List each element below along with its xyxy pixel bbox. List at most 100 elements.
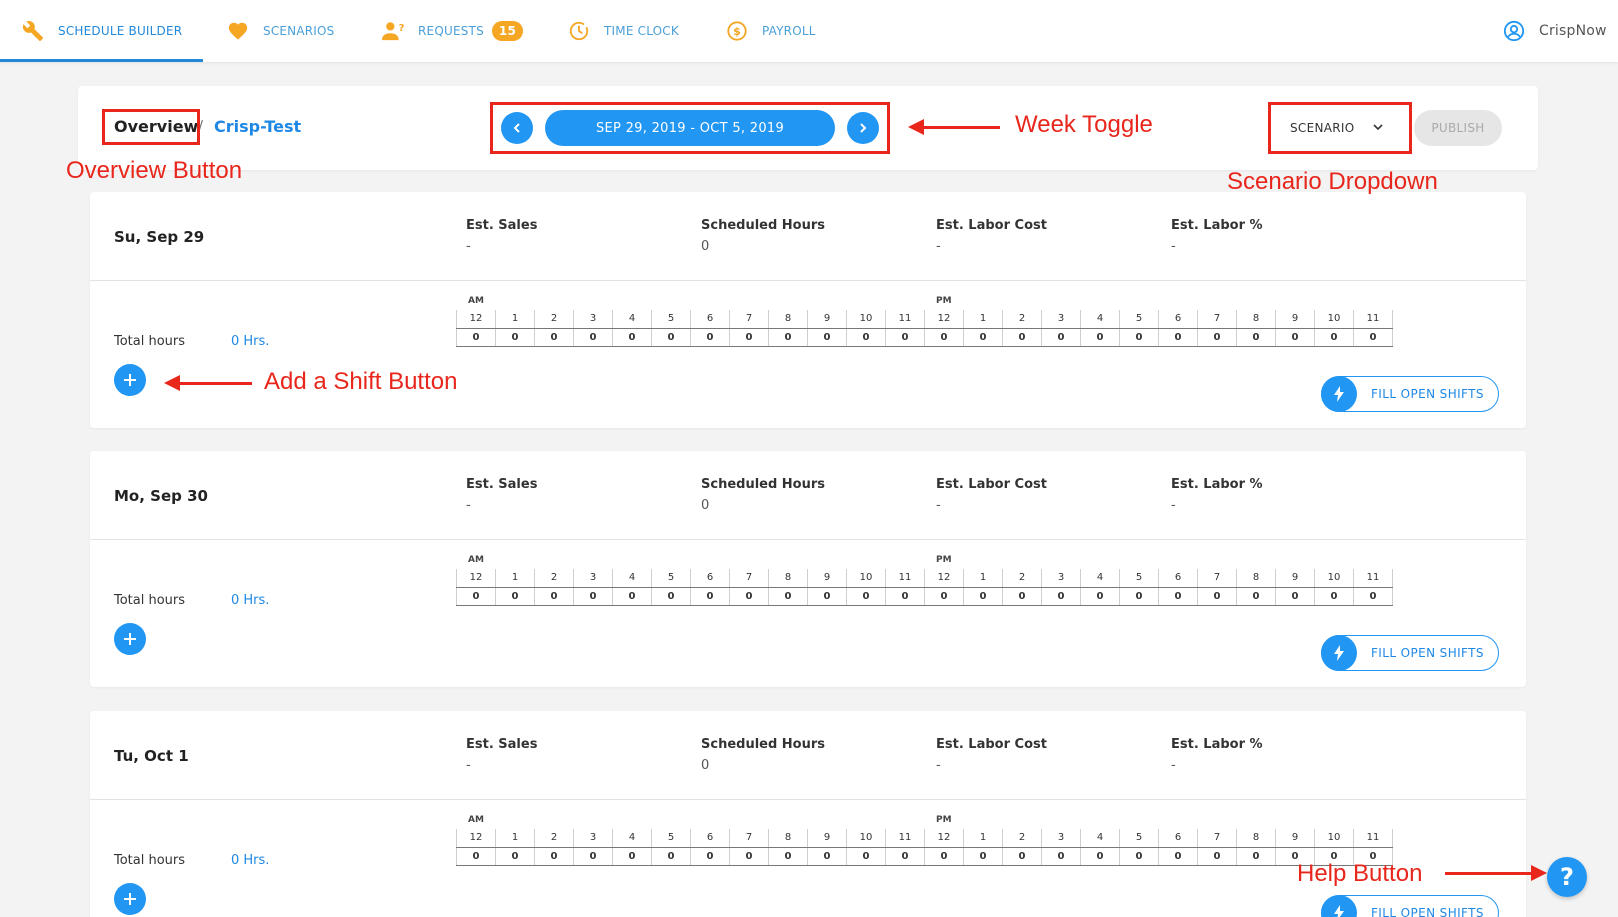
hourly-table: 12 1 2 3 4 5 6 7 8 9 10 11 12 1 2 3 4 5 6 7 8 9 10 11 0 0 0 0 0 0 0 0 0 0…	[456, 310, 1393, 347]
hour-value: 0	[885, 328, 925, 347]
hour-header: 1	[963, 829, 1003, 848]
fill-open-shifts-button[interactable]: FILL OPEN SHIFTS	[1321, 895, 1499, 917]
nav-scenarios[interactable]: SCENARIOS	[227, 0, 335, 62]
hour-header: 9	[807, 310, 847, 329]
hour-value: 0	[1119, 587, 1159, 606]
stat-label: Est. Labor %	[1171, 218, 1263, 233]
plus-icon	[124, 893, 136, 905]
hour-value: 0	[534, 587, 574, 606]
hour-header: 3	[1041, 829, 1081, 848]
hour-header: 2	[1002, 310, 1042, 329]
total-hours-value: 0 Hrs.	[231, 593, 270, 608]
nav-payroll[interactable]: $ PAYROLL	[726, 0, 816, 62]
hour-value: 0	[1236, 847, 1276, 866]
hourly-table: 12 1 2 3 4 5 6 7 8 9 10 11 12 1 2 3 4 5 6 7 8 9 10 11 0 0 0 0 0 0 0 0 0 0…	[456, 569, 1393, 606]
hour-value: 0	[1041, 587, 1081, 606]
annotation-arrow-week	[908, 119, 1000, 135]
stat-labor-cost: Est. Labor Cost -	[936, 737, 1047, 773]
hour-header: 7	[729, 310, 769, 329]
hour-header: 10	[846, 310, 886, 329]
hour-header: 1	[963, 569, 1003, 588]
stat-hours: Scheduled Hours 0	[701, 737, 825, 773]
hour-value: 0	[768, 328, 808, 347]
annotation-arrow-add-shift	[164, 375, 252, 391]
location-link[interactable]: Crisp-Test	[214, 117, 301, 136]
hour-header: 3	[573, 310, 613, 329]
hour-header: 12	[924, 569, 964, 588]
hour-value: 0	[690, 847, 730, 866]
svg-text:?: ?	[399, 23, 405, 34]
hour-value: 0	[1041, 328, 1081, 347]
hour-value: 0	[612, 328, 652, 347]
hour-value: 0	[1197, 587, 1237, 606]
hour-header: 10	[846, 569, 886, 588]
hour-header: 5	[651, 310, 691, 329]
hour-header: 3	[1041, 310, 1081, 329]
add-shift-button[interactable]	[114, 623, 146, 655]
hour-value: 0	[456, 328, 496, 347]
stat-value: -	[1171, 498, 1176, 513]
hour-header: 10	[1314, 829, 1354, 848]
hour-header: 6	[690, 310, 730, 329]
fill-open-shifts-button[interactable]: FILL OPEN SHIFTS	[1321, 635, 1499, 671]
hour-value: 0	[885, 587, 925, 606]
hour-value: 0	[1275, 328, 1315, 347]
hour-header: 11	[1353, 829, 1393, 848]
stat-labor-pct: Est. Labor % -	[1171, 477, 1263, 513]
hour-header: 3	[573, 569, 613, 588]
stat-value: -	[936, 239, 941, 254]
hour-header: 6	[1158, 310, 1198, 329]
hour-value: 0	[1353, 328, 1393, 347]
hour-header: 7	[1197, 310, 1237, 329]
hour-value: 0	[1158, 587, 1198, 606]
hourly-table: 12 1 2 3 4 5 6 7 8 9 10 11 12 1 2 3 4 5 6 7 8 9 10 11 0 0 0 0 0 0 0 0 0 0…	[456, 829, 1393, 866]
stat-labor-pct: Est. Labor % -	[1171, 737, 1263, 773]
add-shift-button[interactable]	[114, 883, 146, 915]
hour-value: 0	[1041, 847, 1081, 866]
am-label: AM	[468, 296, 484, 306]
nav-time-clock-label: TIME CLOCK	[604, 24, 679, 38]
annotation-week: Week Toggle	[1015, 111, 1153, 138]
lightning-icon	[1321, 635, 1357, 671]
hour-value: 0	[456, 847, 496, 866]
hour-value: 0	[1002, 847, 1042, 866]
stat-value: 0	[701, 239, 710, 254]
nav-requests[interactable]: ? REQUESTS 15	[382, 0, 524, 62]
hour-value: 0	[768, 587, 808, 606]
nav-schedule-builder[interactable]: SCHEDULE BUILDER	[22, 0, 182, 62]
add-shift-button[interactable]	[114, 364, 146, 396]
hour-value: 0	[1197, 328, 1237, 347]
stat-value: -	[936, 498, 941, 513]
publish-button[interactable]: PUBLISH	[1414, 110, 1502, 146]
fill-open-shifts-label: FILL OPEN SHIFTS	[1371, 906, 1484, 917]
hour-header: 11	[885, 829, 925, 848]
hour-header: 9	[1275, 310, 1315, 329]
fill-open-shifts-button[interactable]: FILL OPEN SHIFTS	[1321, 376, 1499, 412]
hour-header: 4	[612, 310, 652, 329]
user-menu[interactable]: CrispNow	[1503, 0, 1607, 62]
nav-time-clock[interactable]: TIME CLOCK	[568, 0, 679, 62]
hour-value: 0	[573, 587, 613, 606]
annotation-box-overview	[102, 109, 200, 145]
annotation-box-week	[490, 102, 890, 154]
help-button[interactable]: ?	[1547, 857, 1587, 897]
hour-value: 0	[1002, 328, 1042, 347]
hour-value: 0	[1080, 847, 1120, 866]
hour-header: 9	[1275, 569, 1315, 588]
hour-header: 4	[1080, 310, 1120, 329]
hour-header: 2	[1002, 569, 1042, 588]
stat-label: Est. Labor %	[1171, 737, 1263, 752]
stat-label: Est. Labor %	[1171, 477, 1263, 492]
hour-header: 8	[768, 829, 808, 848]
stat-labor-cost: Est. Labor Cost -	[936, 218, 1047, 254]
hour-value: 0	[690, 328, 730, 347]
am-label: AM	[468, 555, 484, 565]
stat-sales: Est. Sales -	[466, 477, 537, 513]
hour-header: 1	[495, 829, 535, 848]
hour-header: 5	[651, 829, 691, 848]
stat-value: -	[466, 758, 471, 773]
stat-value: -	[1171, 239, 1176, 254]
hour-value: 0	[1275, 587, 1315, 606]
hour-value: 0	[534, 847, 574, 866]
hour-value: 0	[495, 847, 535, 866]
